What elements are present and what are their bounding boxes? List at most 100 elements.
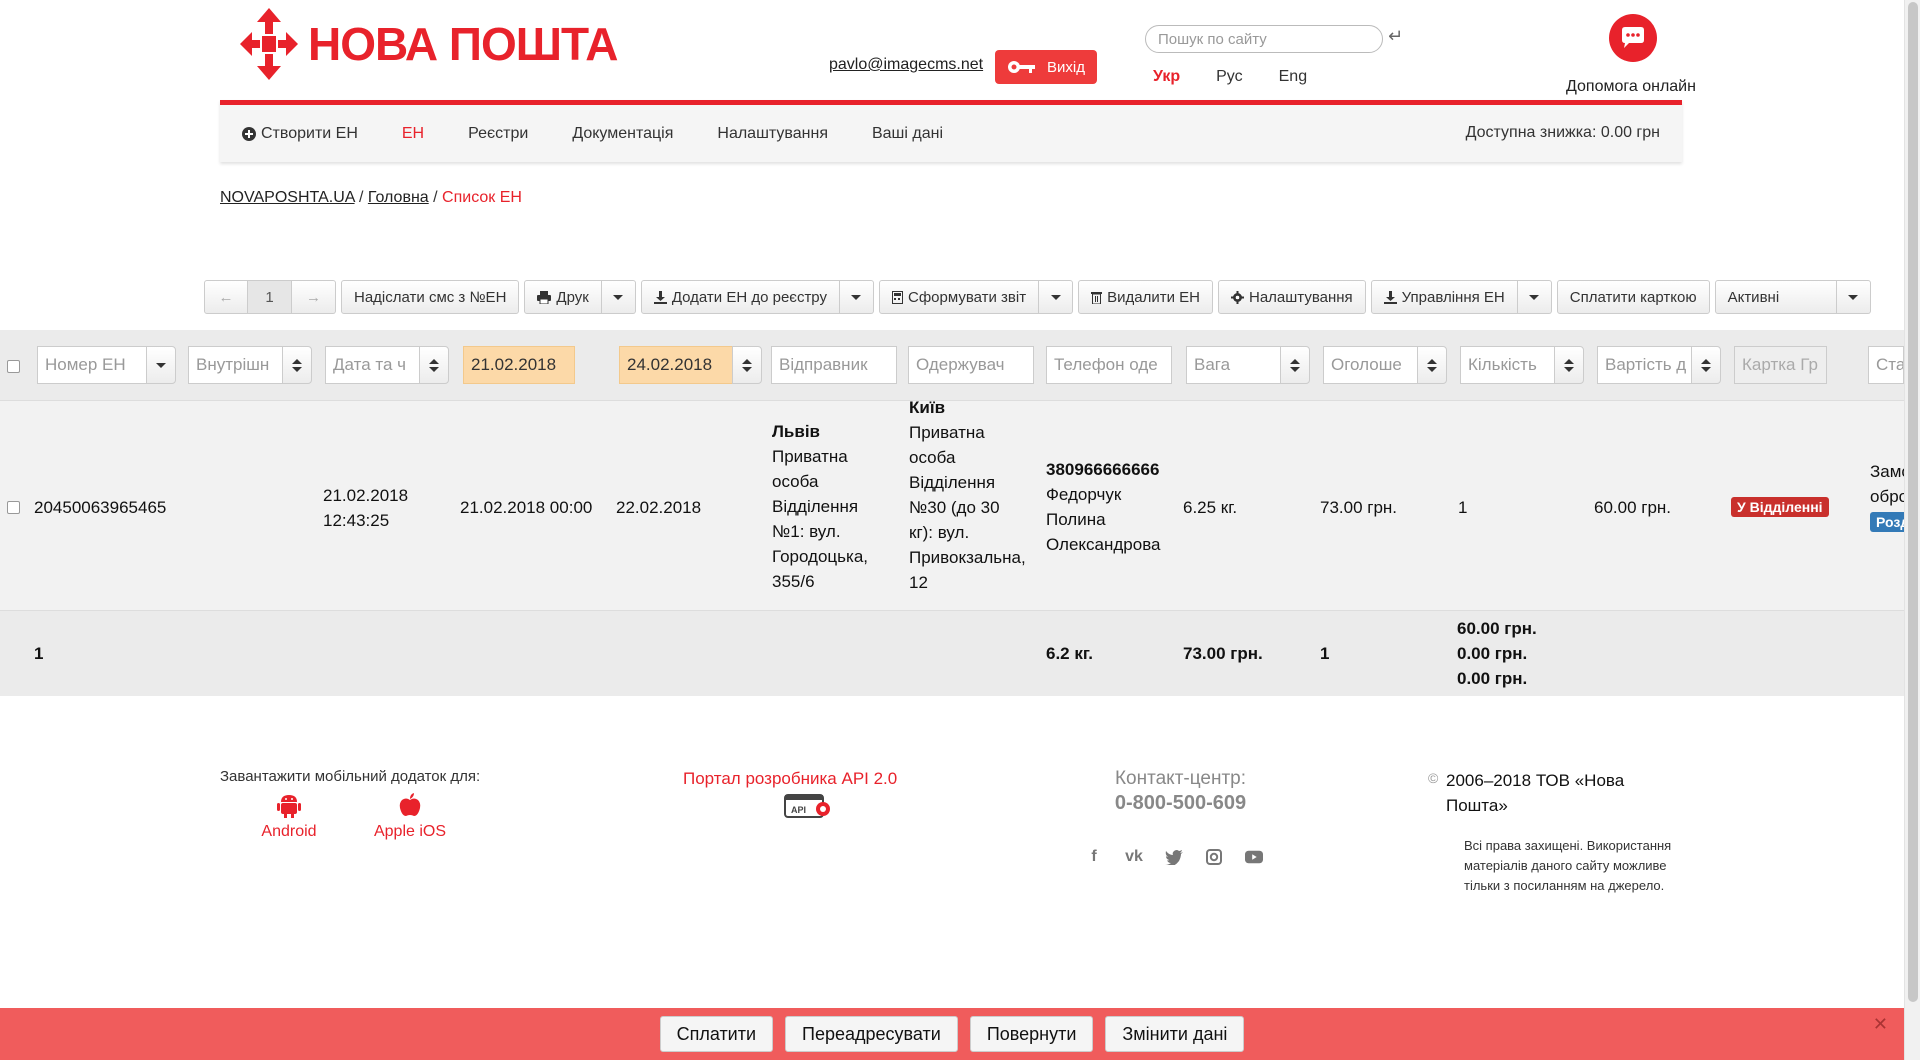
filter-sender-input[interactable]: Відправник: [771, 346, 897, 384]
delete-en-button[interactable]: Видалити ЕН: [1078, 280, 1213, 314]
contact-phone[interactable]: 0-800-500-609: [1103, 792, 1258, 815]
status-filter-group: Активні: [1714, 280, 1871, 314]
change-data-button[interactable]: Змінити дані: [1105, 1016, 1245, 1052]
make-report-dropdown[interactable]: [1039, 280, 1074, 314]
add-to-register-button[interactable]: Додати ЕН до реєстру: [640, 280, 840, 314]
ios-app-link[interactable]: Apple iOS: [370, 792, 450, 841]
page: НОВА ПОШТА pavlo@imagecms.net Вихід Пошу…: [0, 0, 1920, 1060]
nav-your-data[interactable]: Ваші дані: [872, 125, 943, 143]
filter-internal-input[interactable]: Внутрішн: [188, 346, 283, 384]
filter-recipient: Одержувач: [908, 346, 1034, 384]
breadcrumb-home-site[interactable]: NOVAPOSHTA.UA: [220, 189, 355, 206]
contact-center-label: Контакт-центр:: [1114, 768, 1246, 789]
filter-declared-sort[interactable]: [1417, 346, 1447, 384]
add-to-register-dropdown[interactable]: [839, 280, 874, 314]
logout-button[interactable]: Вихід: [995, 50, 1097, 84]
status-filter-dropdown[interactable]: [1836, 280, 1871, 314]
api-icon: API: [784, 794, 830, 818]
print-button[interactable]: Друк: [524, 280, 602, 314]
main-navbar: Створити ЕН ЕН Реєстри Документація Нала…: [220, 100, 1682, 162]
filter-row: Номер ЕН Внутрішн Дата та ч 21.02.2018 2…: [0, 330, 1904, 400]
filter-date-to-sort[interactable]: [732, 346, 762, 384]
filter-datetime: Дата та ч: [325, 346, 449, 384]
breadcrumb-main[interactable]: Головна: [368, 189, 429, 206]
filter-date-to-input[interactable]: 24.02.2018: [619, 346, 733, 384]
total-quantity: 1: [1320, 644, 1330, 663]
settings-button[interactable]: Налаштування: [1217, 280, 1366, 314]
close-icon[interactable]: ✕: [1873, 1014, 1888, 1035]
copyright-text: 2006–2018 ТОВ «Нова Пошта»: [1446, 771, 1625, 815]
pay-by-card-button[interactable]: Сплатити карткою: [1556, 280, 1710, 314]
filter-weight-sort[interactable]: [1280, 346, 1310, 384]
android-app-link[interactable]: Android: [259, 792, 319, 841]
status-filter-select[interactable]: Активні: [1714, 280, 1837, 314]
filter-number-dropdown[interactable]: [146, 346, 176, 384]
filter-number-input[interactable]: Номер ЕН: [37, 346, 147, 384]
nav-settings[interactable]: Налаштування: [717, 125, 828, 143]
en-number[interactable]: 20450063965465: [34, 495, 166, 520]
nav-registers[interactable]: Реєстри: [468, 125, 528, 143]
delete-en-label: Видалити ЕН: [1107, 288, 1200, 306]
redirect-button[interactable]: Переадресувати: [785, 1016, 958, 1052]
twitter-icon[interactable]: [1165, 848, 1183, 866]
filter-cost-sort[interactable]: [1691, 346, 1721, 384]
enter-icon[interactable]: ↵: [1388, 26, 1403, 47]
filter-datetime-sort[interactable]: [419, 346, 449, 384]
filter-cost-input[interactable]: Вартість д: [1597, 346, 1692, 384]
filter-weight: Вага: [1186, 346, 1310, 384]
next-page-button[interactable]: →: [292, 280, 336, 314]
filter-weight-input[interactable]: Вага: [1186, 346, 1281, 384]
row-checkbox[interactable]: [7, 501, 20, 514]
filter-phone-input[interactable]: Телефон оде: [1046, 346, 1172, 384]
nav-create-en[interactable]: Створити ЕН: [242, 125, 358, 143]
send-sms-button[interactable]: Надіслати смс з №ЕН: [341, 280, 520, 314]
vk-icon[interactable]: vk: [1125, 848, 1143, 866]
help-online-label[interactable]: Допомога онлайн: [1566, 78, 1696, 96]
api-portal-link[interactable]: Портал розробника API 2.0 API: [683, 769, 897, 826]
filter-declared-input[interactable]: Оголоше: [1323, 346, 1418, 384]
lang-ukr[interactable]: Укр: [1153, 68, 1180, 86]
totals-row: 1 6.2 кг. 73.00 грн. 1 60.00 грн. 0.00 г…: [0, 610, 1904, 696]
filter-quantity-sort[interactable]: [1554, 346, 1584, 384]
instagram-icon[interactable]: [1205, 848, 1223, 866]
download-icon: [1383, 290, 1397, 304]
total-declared: 73.00 грн.: [1183, 644, 1263, 663]
pay-button[interactable]: Сплатити: [659, 1016, 774, 1052]
manage-en-dropdown[interactable]: [1517, 280, 1552, 314]
youtube-icon[interactable]: [1245, 848, 1263, 866]
select-all-checkbox[interactable]: [7, 360, 20, 373]
help-chat-icon[interactable]: [1609, 14, 1657, 62]
filter-internal-sort[interactable]: [282, 346, 312, 384]
page-number[interactable]: 1: [248, 280, 292, 314]
nav-documentation[interactable]: Документація: [572, 125, 673, 143]
send-date: 21.02.2018 00:00: [460, 498, 593, 517]
make-report-button[interactable]: Сформувати звіт: [878, 280, 1040, 314]
filter-recipient-input[interactable]: Одержувач: [908, 346, 1034, 384]
lang-eng[interactable]: Eng: [1279, 68, 1307, 86]
table-row[interactable]: 20450063965465 21.02.2018 12:43:25 21.02…: [0, 398, 1916, 610]
return-button[interactable]: Повернути: [969, 1016, 1094, 1052]
recipient-cell: Київ Приватна особа Відділення №30 (до 3…: [909, 395, 1041, 595]
print-dropdown[interactable]: [601, 280, 636, 314]
filter-date-from-input[interactable]: 21.02.2018: [463, 346, 575, 384]
manage-en-button[interactable]: Управління ЕН: [1370, 280, 1518, 314]
prev-page-button[interactable]: ←: [204, 280, 248, 314]
android-label: Android: [261, 823, 317, 840]
lang-rus[interactable]: Рус: [1216, 68, 1243, 86]
filter-datetime-input[interactable]: Дата та ч: [325, 346, 420, 384]
nav-create-en-label: Створити ЕН: [261, 124, 358, 142]
vertical-scrollbar[interactable]: [1904, 0, 1920, 1060]
total-sums: 60.00 грн. 0.00 грн. 0.00 грн.: [1457, 619, 1537, 688]
manage-group: Управління ЕН: [1370, 280, 1552, 314]
user-email-link[interactable]: pavlo@imagecms.net: [829, 56, 983, 74]
nova-poshta-logo[interactable]: НОВА ПОШТА: [240, 8, 618, 80]
filter-status-input[interactable]: Ста: [1868, 346, 1904, 384]
social-links: f vk: [1085, 848, 1263, 866]
filter-quantity-input[interactable]: Кількість: [1460, 346, 1555, 384]
facebook-icon[interactable]: f: [1085, 848, 1103, 866]
scrollbar-thumb[interactable]: [1908, 2, 1918, 1002]
android-icon: [277, 795, 301, 818]
search-input[interactable]: Пошук по сайту: [1145, 25, 1383, 53]
nav-en[interactable]: ЕН: [402, 125, 424, 143]
filter-date-from: 21.02.2018: [463, 346, 575, 384]
